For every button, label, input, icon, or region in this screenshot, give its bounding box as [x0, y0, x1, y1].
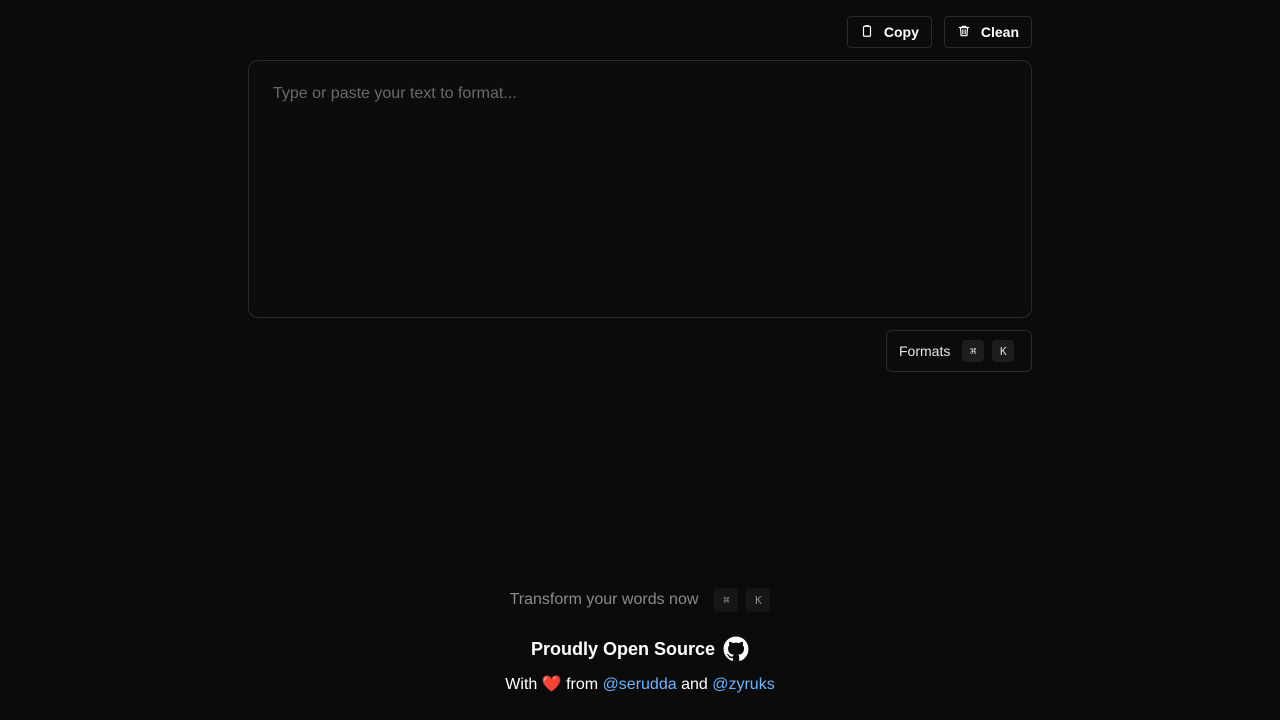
- heart-icon: ❤️: [541, 676, 562, 693]
- formats-button[interactable]: Formats ⌘ K: [886, 330, 1032, 372]
- author-link-serudda[interactable]: @serudda: [603, 676, 677, 693]
- hint-command-key-badge: ⌘: [714, 588, 739, 612]
- credits-from: from: [566, 676, 599, 693]
- copy-button[interactable]: Copy: [846, 16, 932, 48]
- copy-button-label: Copy: [883, 24, 919, 40]
- credits-and: and: [681, 676, 708, 693]
- open-source-banner: Proudly Open Source: [0, 636, 1280, 662]
- command-key-badge: ⌘: [962, 340, 985, 362]
- hint-text: Transform your words now: [509, 591, 699, 608]
- clean-button-label: Clean: [980, 24, 1019, 40]
- open-source-label: Proudly Open Source: [530, 638, 716, 659]
- clean-button[interactable]: Clean: [943, 16, 1032, 48]
- author-link-zyruks[interactable]: @zyruks: [712, 676, 774, 693]
- credits-with: With: [505, 676, 538, 693]
- text-input[interactable]: [249, 61, 1031, 317]
- k-key-badge: K: [992, 340, 1015, 362]
- github-link[interactable]: [723, 636, 749, 662]
- clipboard-icon: [860, 24, 874, 41]
- credits-line: With ❤️ from @serudda and @zyruks: [0, 674, 1280, 694]
- github-icon: [723, 636, 749, 662]
- hint-k-key-badge: K: [746, 588, 771, 612]
- page: Copy Clean Formats ⌘ K Transform your wo…: [0, 0, 1280, 720]
- trash-icon: [957, 24, 971, 41]
- text-editor: [248, 60, 1032, 318]
- shortcut-hint: Transform your words now ⌘ K: [0, 588, 1280, 612]
- toolbar: Copy Clean: [846, 16, 1032, 48]
- formats-label: Formats: [899, 343, 951, 359]
